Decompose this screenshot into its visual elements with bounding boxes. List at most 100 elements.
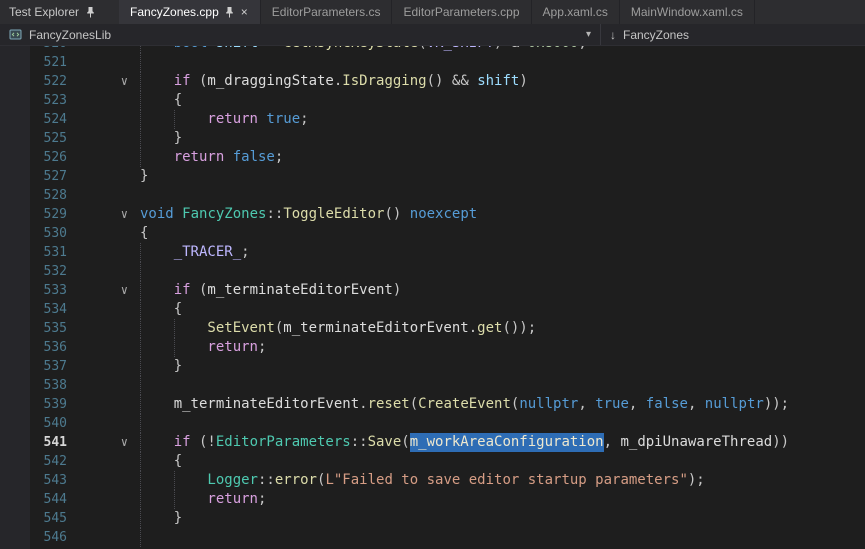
line-number[interactable]: 542 bbox=[0, 452, 68, 471]
code-text bbox=[140, 262, 865, 281]
line-number[interactable]: 535 bbox=[0, 319, 68, 338]
tab-mainwindow-xaml-cs[interactable]: MainWindow.xaml.cs bbox=[620, 0, 755, 24]
code-line[interactable]: 528 bbox=[0, 186, 865, 205]
tab-editorparameters-cpp[interactable]: EditorParameters.cpp bbox=[392, 0, 531, 24]
code-line[interactable]: 525} bbox=[0, 129, 865, 148]
line-number[interactable]: 544 bbox=[0, 490, 68, 509]
line-number[interactable]: 530 bbox=[0, 224, 68, 243]
code-line[interactable]: 531_TRACER_; bbox=[0, 243, 865, 262]
line-number[interactable]: 520 bbox=[0, 46, 68, 53]
code-token: Save bbox=[368, 434, 402, 450]
code-line[interactable]: 535SetEvent(m_terminateEditorEvent.get()… bbox=[0, 319, 865, 338]
code-token: , bbox=[604, 434, 621, 450]
code-line[interactable]: 526return false; bbox=[0, 148, 865, 167]
line-number[interactable]: 531 bbox=[0, 243, 68, 262]
code-token: ; bbox=[258, 491, 266, 507]
tab-app-xaml-cs[interactable]: App.xaml.cs bbox=[532, 0, 620, 24]
vs-editor-window: Test Explorer FancyZones.cpp × EditorParam… bbox=[0, 0, 865, 549]
code-token: && bbox=[452, 73, 477, 89]
close-icon[interactable]: × bbox=[240, 6, 249, 18]
code-line[interactable]: 541∨if (!EditorParameters::Save(m_workAr… bbox=[0, 433, 865, 452]
tab-label: FancyZones.cpp bbox=[130, 5, 219, 19]
code-editor[interactable]: 520bool shift = GetAsyncKeyState(VK_SHIF… bbox=[0, 46, 865, 549]
code-line[interactable]: 542{ bbox=[0, 452, 865, 471]
fold-collapse-icon[interactable]: ∨ bbox=[68, 433, 140, 452]
code-line[interactable]: 539 m_terminateEditorEvent.reset(CreateEv… bbox=[0, 395, 865, 414]
code-line[interactable]: 527} bbox=[0, 167, 865, 186]
code-token: ) bbox=[494, 46, 511, 51]
code-token: Logger bbox=[207, 472, 258, 488]
chevron-down-icon[interactable]: ▾ bbox=[586, 29, 591, 40]
code-line[interactable]: 532 bbox=[0, 262, 865, 281]
line-number[interactable]: 532 bbox=[0, 262, 68, 281]
tab-test-explorer[interactable]: Test Explorer bbox=[0, 0, 105, 24]
fold-margin bbox=[68, 91, 140, 110]
code-token: , bbox=[629, 396, 646, 412]
line-number[interactable]: 539 bbox=[0, 395, 68, 414]
code-line[interactable]: 529∨void FancyZones::ToggleEditor() noex… bbox=[0, 205, 865, 224]
code-line[interactable]: 538 bbox=[0, 376, 865, 395]
code-text: return; bbox=[140, 338, 865, 357]
line-number[interactable]: 540 bbox=[0, 414, 68, 433]
line-number[interactable]: 546 bbox=[0, 528, 68, 547]
fold-collapse-icon[interactable]: ∨ bbox=[68, 72, 140, 91]
code-token: m_draggingState bbox=[207, 73, 333, 89]
line-number[interactable]: 522 bbox=[0, 72, 68, 91]
line-number[interactable]: 541 bbox=[0, 433, 68, 452]
line-number[interactable]: 521 bbox=[0, 53, 68, 72]
fold-collapse-icon[interactable]: ∨ bbox=[68, 281, 140, 300]
pin-icon[interactable] bbox=[86, 6, 95, 18]
code-line[interactable]: 546 bbox=[0, 528, 865, 547]
code-line[interactable]: 524return true; bbox=[0, 110, 865, 129]
line-number[interactable]: 545 bbox=[0, 509, 68, 528]
line-number[interactable]: 533 bbox=[0, 281, 68, 300]
code-line[interactable]: 534{ bbox=[0, 300, 865, 319]
indent-guide bbox=[140, 262, 174, 281]
code-text: m_terminateEditorEvent.reset(CreateEvent… bbox=[140, 395, 865, 414]
line-number[interactable]: 536 bbox=[0, 338, 68, 357]
line-number[interactable]: 523 bbox=[0, 91, 68, 110]
scope-dropdown[interactable]: ↓ FancyZones bbox=[600, 24, 865, 45]
fold-collapse-icon[interactable]: ∨ bbox=[68, 205, 140, 224]
line-number[interactable]: 537 bbox=[0, 357, 68, 376]
line-number[interactable]: 538 bbox=[0, 376, 68, 395]
code-line[interactable]: 530 { bbox=[0, 224, 865, 243]
code-line[interactable]: 544return; bbox=[0, 490, 865, 509]
indent-guide bbox=[140, 490, 174, 509]
line-number[interactable]: 529 bbox=[0, 205, 68, 224]
line-number[interactable]: 526 bbox=[0, 148, 68, 167]
code-token: shift bbox=[477, 73, 519, 89]
tab-fancyzones-cpp[interactable]: FancyZones.cpp × bbox=[119, 0, 261, 24]
line-number[interactable]: 524 bbox=[0, 110, 68, 129]
pin-icon[interactable] bbox=[225, 6, 234, 18]
code-line[interactable]: 545} bbox=[0, 509, 865, 528]
code-line[interactable]: 520bool shift = GetAsyncKeyState(VK_SHIF… bbox=[0, 46, 865, 53]
code-line[interactable]: 521 bbox=[0, 53, 865, 72]
code-line[interactable]: 522∨if (m_draggingState.IsDragging() && … bbox=[0, 72, 865, 91]
line-number[interactable]: 528 bbox=[0, 186, 68, 205]
project-dropdown[interactable]: FancyZonesLib ▾ bbox=[0, 24, 600, 45]
code-token: :: bbox=[266, 206, 283, 222]
fold-margin bbox=[68, 46, 140, 53]
code-line[interactable]: 543Logger::error(L"Failed to save editor… bbox=[0, 471, 865, 490]
scope-dropdown-label: FancyZones bbox=[623, 28, 689, 42]
code-line[interactable]: 537} bbox=[0, 357, 865, 376]
fold-margin bbox=[68, 376, 140, 395]
navigation-bar: FancyZonesLib ▾ ↓ FancyZones bbox=[0, 24, 865, 46]
code-line[interactable]: 523{ bbox=[0, 91, 865, 110]
line-number[interactable]: 543 bbox=[0, 471, 68, 490]
code-text bbox=[140, 528, 865, 547]
code-line[interactable]: 536 return; bbox=[0, 338, 865, 357]
indent-guide bbox=[140, 471, 174, 490]
code-token: reset bbox=[368, 396, 410, 412]
code-token: return bbox=[207, 111, 258, 127]
code-line[interactable]: 533∨if (m_terminateEditorEvent) bbox=[0, 281, 865, 300]
code-text: { bbox=[140, 224, 865, 243]
code-line[interactable]: 540 bbox=[0, 414, 865, 433]
fold-margin bbox=[68, 319, 140, 338]
line-number[interactable]: 534 bbox=[0, 300, 68, 319]
tab-editorparameters-cs[interactable]: EditorParameters.cs bbox=[261, 0, 393, 24]
line-number[interactable]: 525 bbox=[0, 129, 68, 148]
line-number[interactable]: 527 bbox=[0, 167, 68, 186]
indent-guide bbox=[140, 53, 174, 72]
